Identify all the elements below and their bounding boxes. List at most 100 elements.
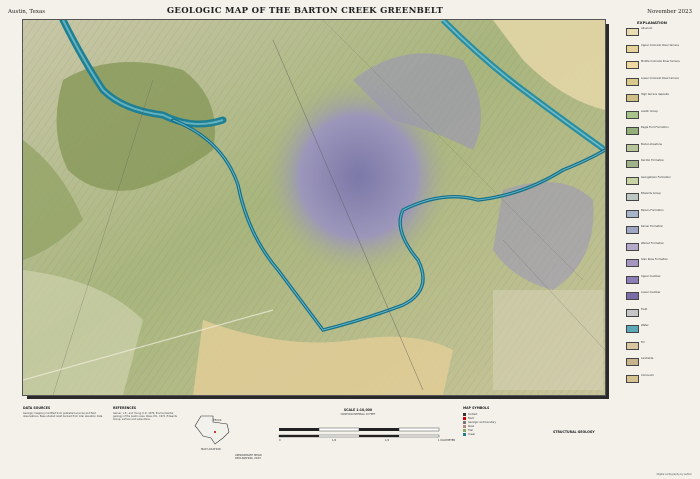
legend-unit-label: Eagle Ford Formation xyxy=(641,126,669,129)
scale-tick-label: 1/2 xyxy=(385,439,390,442)
legend-unit: Edwards Group xyxy=(612,192,692,209)
legend-unit-label: Upper Colorado River terrace xyxy=(641,43,679,47)
symbol-swatch xyxy=(463,433,466,436)
geologic-map[interactable] xyxy=(23,20,605,395)
index-text: Geologic mapping modified from published… xyxy=(23,412,103,418)
index-heading: DATA SOURCES xyxy=(23,406,51,410)
legend-swatch xyxy=(626,242,639,251)
legend-swatch xyxy=(626,176,639,185)
legend-swatch xyxy=(626,341,639,350)
legend-unit: Buda Limestone xyxy=(612,143,692,160)
legend-unit-label: Upper member xyxy=(641,274,661,278)
legend-unit-label: Walnut Formation xyxy=(641,241,664,245)
symbols-list: Contact Fault Geologic unit boundary Road Tr… xyxy=(463,413,496,437)
legend-unit-label: Austin Group xyxy=(641,109,658,113)
map-location-label: MAP LOCATION xyxy=(201,448,221,451)
symbol-swatch xyxy=(463,425,466,428)
legend-unit: Kainer Formation xyxy=(612,225,692,242)
scale-tick-label: 0 xyxy=(279,439,281,442)
symbol-swatch xyxy=(463,429,466,432)
legend-swatch xyxy=(626,275,639,284)
scale-title: SCALE 1:10,000 xyxy=(343,408,373,412)
legend-swatch xyxy=(626,292,639,300)
map-title: GEOLOGIC MAP OF THE BARTON CREEK GREENBE… xyxy=(166,6,444,16)
symbol-label: Road xyxy=(468,425,474,428)
legend-swatch xyxy=(626,28,639,36)
legend-unit: High terrace deposits xyxy=(612,93,692,110)
legend-swatch xyxy=(626,226,639,234)
urban-area-se xyxy=(493,290,603,390)
scale-bar xyxy=(278,427,440,438)
symbol-label: Fault xyxy=(468,417,474,420)
legend-swatch xyxy=(626,209,639,218)
footer: DATA SOURCES Geologic mapping modified f… xyxy=(23,404,605,476)
legend-swatch xyxy=(626,259,639,267)
legend-unit-label: Lower member xyxy=(641,291,661,294)
texas-locator-map xyxy=(194,415,230,445)
legend-unit-label: High terrace deposits xyxy=(641,93,669,96)
symbol-label: Trail xyxy=(468,429,473,432)
legend-swatch xyxy=(626,44,639,53)
legend-unit: Person Formation xyxy=(612,209,692,226)
refs-text: Garner, L.E., and Young, K.P., 1976, Env… xyxy=(113,412,177,421)
legend-swatch xyxy=(626,374,639,383)
legend-swatch xyxy=(626,61,639,69)
legend-unit-label: Glen Rose Formation xyxy=(641,258,668,261)
symbol-label: Geologic unit boundary xyxy=(468,421,496,424)
legend-unit: Eagle Ford Formation xyxy=(612,126,692,143)
legend-unit-label: Water xyxy=(641,324,649,327)
legend-unit: Glen Rose Formation xyxy=(612,258,692,275)
symbol-swatch xyxy=(463,417,466,420)
legend-unit-label: Lower Colorado River terrace xyxy=(641,76,679,80)
refs-heading: REFERENCES xyxy=(113,406,137,410)
structural-heading: STRUCTURAL GEOLOGY xyxy=(553,430,595,434)
legend-unit-label: Person Formation xyxy=(641,208,664,212)
credit: Digital cartography by author xyxy=(656,473,692,476)
legend-swatch xyxy=(626,358,639,366)
legend-unit-label: Fault xyxy=(641,307,648,311)
legend-unit-label: Fill xyxy=(641,340,645,344)
map-sheet: Austin, Texas GEOLOGIC MAP OF THE BARTON… xyxy=(0,0,700,479)
legend-unit: Del Rio Formation xyxy=(612,159,692,176)
legend-swatch xyxy=(626,110,639,119)
symbol-label: Creek xyxy=(468,433,475,436)
legend-units: Alluvium Upper Colorado River terrace Midd… xyxy=(612,27,692,390)
legend-unit: Colluvium xyxy=(612,374,692,391)
legend-unit: Upper Colorado River terrace xyxy=(612,44,692,61)
legend-unit: Fault xyxy=(612,308,692,325)
legend-swatch xyxy=(626,160,639,168)
scale-tick-label: 1/4 xyxy=(332,439,337,442)
legend-unit-label: Alluvium xyxy=(641,27,653,30)
legend-unit: Upper member xyxy=(612,275,692,292)
legend-unit-label: Georgetown Formation xyxy=(641,175,671,179)
legend-swatch xyxy=(626,143,639,152)
map-symbol: Creek xyxy=(463,433,496,437)
state-label: TEXAS xyxy=(213,419,222,422)
date-label: November 2023 xyxy=(647,9,692,15)
scale-tick-label: 1 KILOMETER xyxy=(438,439,456,442)
legend-swatch xyxy=(626,193,639,201)
symbol-label: Contact xyxy=(468,413,478,416)
legend-swatch xyxy=(626,308,639,317)
legend-unit-label: Middle Colorado River terrace xyxy=(641,60,680,63)
legend-unit: Lower Colorado River terrace xyxy=(612,77,692,94)
legend-unit: Alluvium xyxy=(612,27,692,44)
legend-swatch xyxy=(626,94,639,102)
legend-unit: Walnut Formation xyxy=(612,242,692,259)
symbols-heading: MAP SYMBOLS xyxy=(463,406,490,410)
legend-swatch xyxy=(626,325,639,333)
legend-swatch xyxy=(626,127,639,135)
legend-unit: Landslide xyxy=(612,357,692,374)
legend-unit: Water xyxy=(612,324,692,341)
map-panel[interactable] xyxy=(23,20,605,395)
legend-unit-label: Landslide xyxy=(641,357,654,360)
legend-swatch xyxy=(626,77,639,86)
legend-title: EXPLANATION xyxy=(637,20,667,25)
legend-unit: Georgetown Formation xyxy=(612,176,692,193)
symbol-swatch xyxy=(463,413,466,416)
symbol-swatch xyxy=(463,421,466,424)
legend: EXPLANATION Alluvium Upper Colorado River… xyxy=(612,20,692,416)
legend-unit: Middle Colorado River terrace xyxy=(612,60,692,77)
declination-label: APPROXIMATE MEAN DECLINATION, 2023 xyxy=(235,454,262,460)
legend-unit-label: Kainer Formation xyxy=(641,225,664,228)
